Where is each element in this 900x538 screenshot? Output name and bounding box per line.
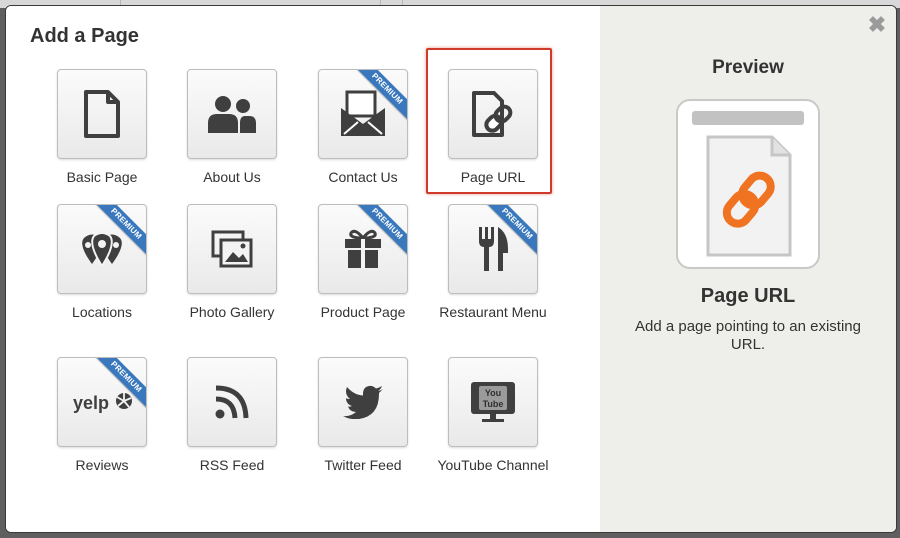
tile-rss-feed[interactable]: RSS Feed bbox=[167, 357, 297, 474]
map-pin-icon bbox=[82, 232, 122, 266]
tile-label: Basic Page bbox=[66, 169, 138, 185]
tile-restaurant-menu[interactable]: PREMIUM Restaurant Menu bbox=[428, 204, 558, 321]
gift-icon bbox=[345, 229, 381, 268]
preview-thumbnail bbox=[676, 99, 820, 269]
tile-label: Page URL bbox=[460, 169, 526, 185]
tile-locations[interactable]: PREMIUM Locations bbox=[37, 204, 167, 321]
svg-text:You: You bbox=[485, 388, 501, 398]
tile-youtube-channel[interactable]: You Tube YouTube Channel bbox=[428, 357, 558, 474]
tile-icon-box: PREMIUM bbox=[318, 69, 408, 159]
dialog-title: Add a Page bbox=[30, 25, 139, 47]
preview-heading: Preview bbox=[712, 57, 784, 78]
link-page-icon bbox=[472, 91, 513, 137]
youtube-tv-icon: You Tube bbox=[471, 382, 515, 422]
tile-label: Locations bbox=[72, 304, 132, 320]
tile-label: Reviews bbox=[75, 457, 129, 473]
tile-label: Restaurant Menu bbox=[439, 304, 547, 320]
tile-icon-box: PREMIUM bbox=[448, 204, 538, 294]
tile-twitter-feed[interactable]: Twitter Feed bbox=[298, 357, 428, 474]
tile-label: Product Page bbox=[320, 304, 406, 320]
tile-icon-box bbox=[57, 69, 147, 159]
preview-description: Add a page pointing to an existing URL. bbox=[634, 318, 861, 353]
preview-header-bar bbox=[692, 111, 804, 125]
svg-text:yelp: yelp bbox=[73, 393, 109, 413]
document-icon bbox=[84, 90, 120, 138]
tile-label: YouTube Channel bbox=[437, 457, 549, 473]
tile-photo-gallery[interactable]: Photo Gallery bbox=[167, 204, 297, 321]
preview-title: Page URL bbox=[700, 285, 796, 307]
tile-icon-box bbox=[448, 69, 538, 159]
tile-icon-box: yelp PREMIUM bbox=[57, 357, 147, 447]
people-icon bbox=[208, 96, 256, 133]
svg-text:Tube: Tube bbox=[483, 399, 504, 409]
tile-icon-box: You Tube bbox=[448, 357, 538, 447]
tile-basic-page[interactable]: Basic Page bbox=[37, 69, 167, 186]
tile-label: Photo Gallery bbox=[189, 304, 275, 320]
tile-contact-us[interactable]: PREMIUM Contact Us bbox=[298, 69, 428, 186]
tile-icon-box bbox=[187, 69, 277, 159]
tile-icon-box: PREMIUM bbox=[57, 204, 147, 294]
tile-reviews[interactable]: yelp PREMIUM Reviews bbox=[37, 357, 167, 474]
tile-product-page[interactable]: PREMIUM Product Page bbox=[298, 204, 428, 321]
tile-label: RSS Feed bbox=[199, 457, 265, 473]
envelope-icon bbox=[341, 90, 385, 136]
close-icon[interactable]: ✖ bbox=[867, 14, 887, 36]
fork-knife-icon bbox=[479, 227, 508, 271]
tile-label: Twitter Feed bbox=[324, 457, 402, 473]
tile-label: About Us bbox=[203, 169, 261, 185]
rss-icon bbox=[215, 385, 249, 419]
tile-icon-box bbox=[187, 204, 277, 294]
yelp-icon: yelp bbox=[73, 393, 132, 413]
photos-icon bbox=[211, 230, 253, 268]
add-page-dialog: Add a Page Basic Page About Us PREMIUM C… bbox=[6, 6, 896, 532]
twitter-bird-icon bbox=[343, 385, 383, 419]
tile-icon-box bbox=[318, 357, 408, 447]
tile-page-url[interactable]: Page URL bbox=[428, 69, 558, 186]
preview-panel: ✖ Preview Page URL Add a page pointing t… bbox=[600, 6, 896, 532]
preview-link-page-icon bbox=[706, 135, 792, 257]
tile-label: Contact Us bbox=[328, 169, 398, 185]
tile-icon-box bbox=[187, 357, 277, 447]
tile-icon-box: PREMIUM bbox=[318, 204, 408, 294]
page-type-panel: Add a Page Basic Page About Us PREMIUM C… bbox=[6, 6, 600, 532]
tile-about-us[interactable]: About Us bbox=[167, 69, 297, 186]
